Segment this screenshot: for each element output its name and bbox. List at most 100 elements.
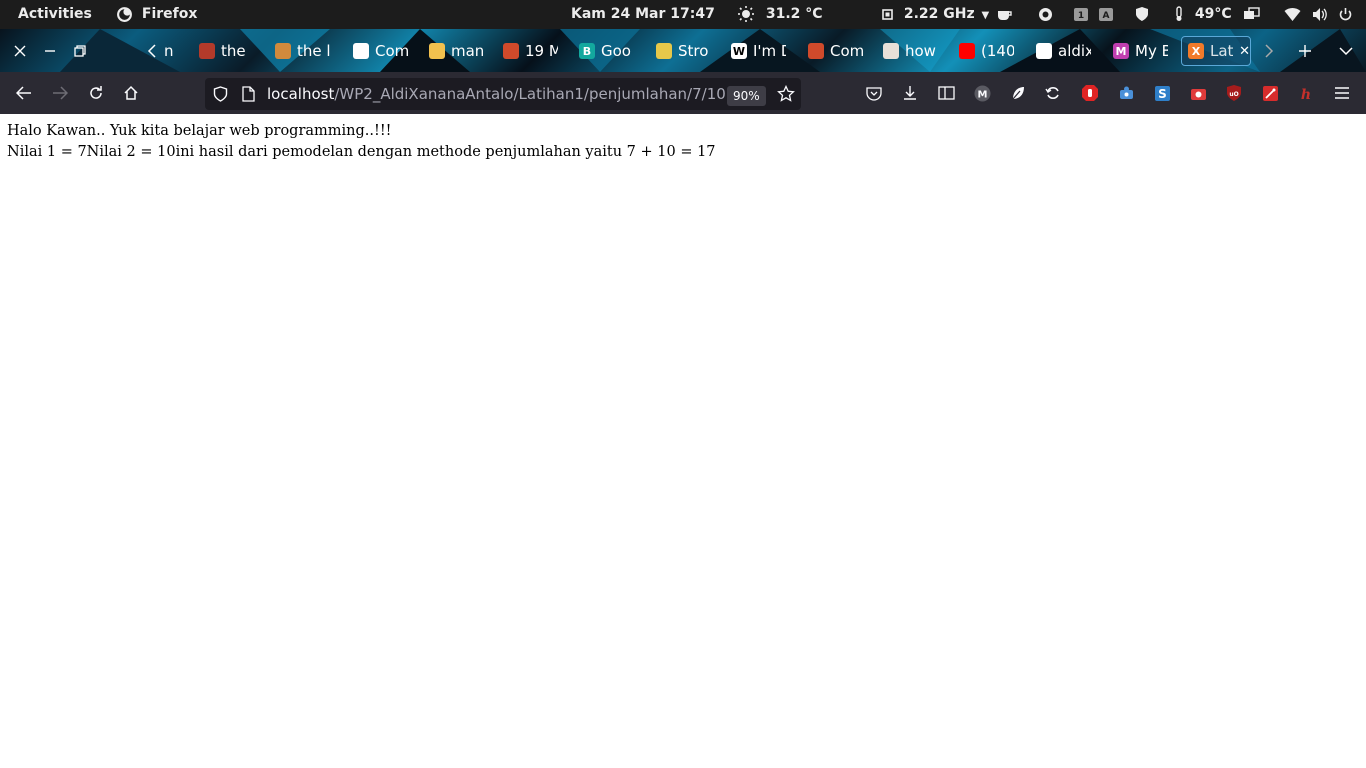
arrow-left-icon	[16, 86, 31, 100]
extension-screenshot-button[interactable]	[1188, 83, 1208, 103]
tab-favicon-icon: B	[579, 43, 595, 59]
clock[interactable]: Kam 24 Mar 17:47	[571, 0, 715, 29]
bookmark-star-icon[interactable]	[777, 85, 795, 103]
downloads-button[interactable]	[900, 83, 920, 103]
wifi-icon[interactable]	[1284, 7, 1301, 22]
activities-button[interactable]: Activities	[18, 0, 92, 29]
tab[interactable]: 19 M	[503, 36, 558, 66]
tab[interactable]: the l	[275, 36, 330, 66]
tab-label: 19 M	[525, 42, 558, 60]
restore-window-button[interactable]	[65, 29, 95, 72]
record-icon[interactable]	[1038, 7, 1053, 22]
tab[interactable]: M My B	[1113, 36, 1168, 66]
firefox-icon	[117, 6, 132, 22]
scroll-tabs-right-button[interactable]	[1254, 29, 1284, 72]
extension-wand-button[interactable]	[1260, 83, 1280, 103]
cpu-freq-indicator[interactable]: 2.22 GHz ▼	[880, 0, 989, 29]
reload-button[interactable]	[83, 81, 109, 105]
zoom-level-badge[interactable]: 90%	[727, 86, 766, 106]
tracking-protection-shield-icon[interactable]	[213, 86, 228, 102]
tab[interactable]: Com	[353, 36, 408, 66]
tab[interactable]: how	[883, 36, 938, 66]
extension-hand-button[interactable]	[1080, 83, 1100, 103]
scroll-tabs-left-button[interactable]	[137, 29, 167, 72]
back-button[interactable]	[11, 81, 37, 105]
pocket-button[interactable]	[864, 83, 884, 103]
power-icon[interactable]	[1338, 7, 1353, 22]
extension-s-button[interactable]: S	[1152, 83, 1172, 103]
weather-indicator[interactable]: 31.2 °C	[737, 0, 823, 29]
svg-text:1: 1	[1078, 11, 1084, 21]
list-all-tabs-button[interactable]	[1331, 29, 1361, 72]
shield-icon[interactable]	[1135, 6, 1149, 22]
tab[interactable]: n	[164, 36, 184, 66]
tab-favicon-icon	[199, 43, 215, 59]
close-window-button[interactable]	[5, 29, 35, 72]
tab-label: man	[451, 42, 484, 60]
extension-refresh-button[interactable]	[1043, 83, 1063, 103]
tab[interactable]: aldix	[1036, 36, 1091, 66]
greeting-text: Halo Kawan.. Yuk kita belajar web progra…	[7, 123, 392, 139]
tab[interactable]: X Lat ✕	[1181, 36, 1251, 66]
tab[interactable]: Stro	[656, 36, 711, 66]
app-menu[interactable]: Firefox	[116, 0, 197, 29]
display-icon[interactable]	[1243, 7, 1260, 22]
tab[interactable]: W I'm D	[731, 36, 786, 66]
tab[interactable]: man	[429, 36, 484, 66]
sidebar-icon	[937, 86, 955, 100]
s-logo-icon: S	[1154, 85, 1170, 101]
tab[interactable]: the	[199, 36, 254, 66]
new-tab-button[interactable]	[1290, 29, 1320, 72]
weather-value: 31.2 °C	[765, 6, 823, 22]
chevron-down-icon: ▼	[981, 10, 990, 21]
tab-label: Com	[830, 42, 863, 60]
extension-m-button[interactable]: M	[972, 83, 992, 103]
download-icon	[904, 86, 916, 100]
forward-button[interactable]	[47, 81, 73, 105]
chevron-right-icon	[1265, 43, 1274, 58]
chevron-left-icon	[147, 43, 156, 58]
extension-ublock-button[interactable]: uO	[1224, 83, 1244, 103]
navigation-toolbar: localhost/WP2_AldiXananaAntalo/Latihan1/…	[0, 72, 1366, 114]
minimize-window-button[interactable]	[35, 29, 65, 72]
result-text: Nilai 1 = 7Nilai 2 = 10ini hasil dari pe…	[7, 144, 716, 160]
url-text[interactable]: localhost/WP2_AldiXananaAntalo/Latihan1/…	[267, 78, 726, 110]
m-badge-icon: M	[974, 85, 990, 101]
sidebar-button[interactable]	[936, 83, 956, 103]
system-top-bar: Activities Firefox Kam 24 Mar 17:47 31.2…	[0, 0, 1366, 29]
tab-favicon-icon	[503, 43, 519, 59]
coffee-icon[interactable]	[997, 7, 1013, 22]
app-name: Firefox	[141, 6, 198, 22]
tab-label: the l	[297, 42, 330, 60]
tab-favicon-icon	[1036, 43, 1052, 59]
open-menu-button[interactable]	[1332, 83, 1352, 103]
tab[interactable]: B Goo	[579, 36, 634, 66]
tab-label: n	[164, 42, 174, 60]
extension-puzzle-button[interactable]	[1116, 83, 1136, 103]
home-button[interactable]	[118, 81, 144, 105]
plus-icon	[1299, 44, 1311, 57]
temperature-indicator[interactable]: 49°C	[1172, 0, 1232, 29]
close-tab-icon[interactable]: ✕	[1239, 44, 1250, 59]
tab-label: Com	[375, 42, 408, 60]
tab-favicon-icon	[275, 43, 291, 59]
tab-strip: n the the l Com man 19 M B Goo Stro W I'm D Com how (…	[0, 29, 1366, 72]
home-icon	[124, 85, 138, 100]
thermometer-icon	[1176, 6, 1182, 21]
restore-icon	[74, 44, 86, 57]
tab[interactable]: Com	[808, 36, 863, 66]
tab-label: how	[905, 42, 936, 60]
svg-text:h: h	[1301, 87, 1311, 102]
tab-favicon-icon	[656, 43, 672, 59]
page-info-icon[interactable]	[242, 86, 255, 102]
address-bar[interactable]: localhost/WP2_AldiXananaAntalo/Latihan1/…	[205, 78, 801, 110]
tab-label: (140	[981, 42, 1014, 60]
extension-h-button[interactable]: h	[1296, 83, 1316, 103]
clipboard-icon[interactable]: 1	[1073, 7, 1089, 22]
volume-icon[interactable]	[1312, 7, 1328, 22]
keyboard-layout-icon[interactable]: A	[1098, 7, 1114, 22]
extension-leaf-button[interactable]	[1008, 83, 1028, 103]
tab-favicon-icon	[959, 43, 975, 59]
tab[interactable]: (140	[959, 36, 1014, 66]
tab-favicon-icon: M	[1113, 43, 1129, 59]
